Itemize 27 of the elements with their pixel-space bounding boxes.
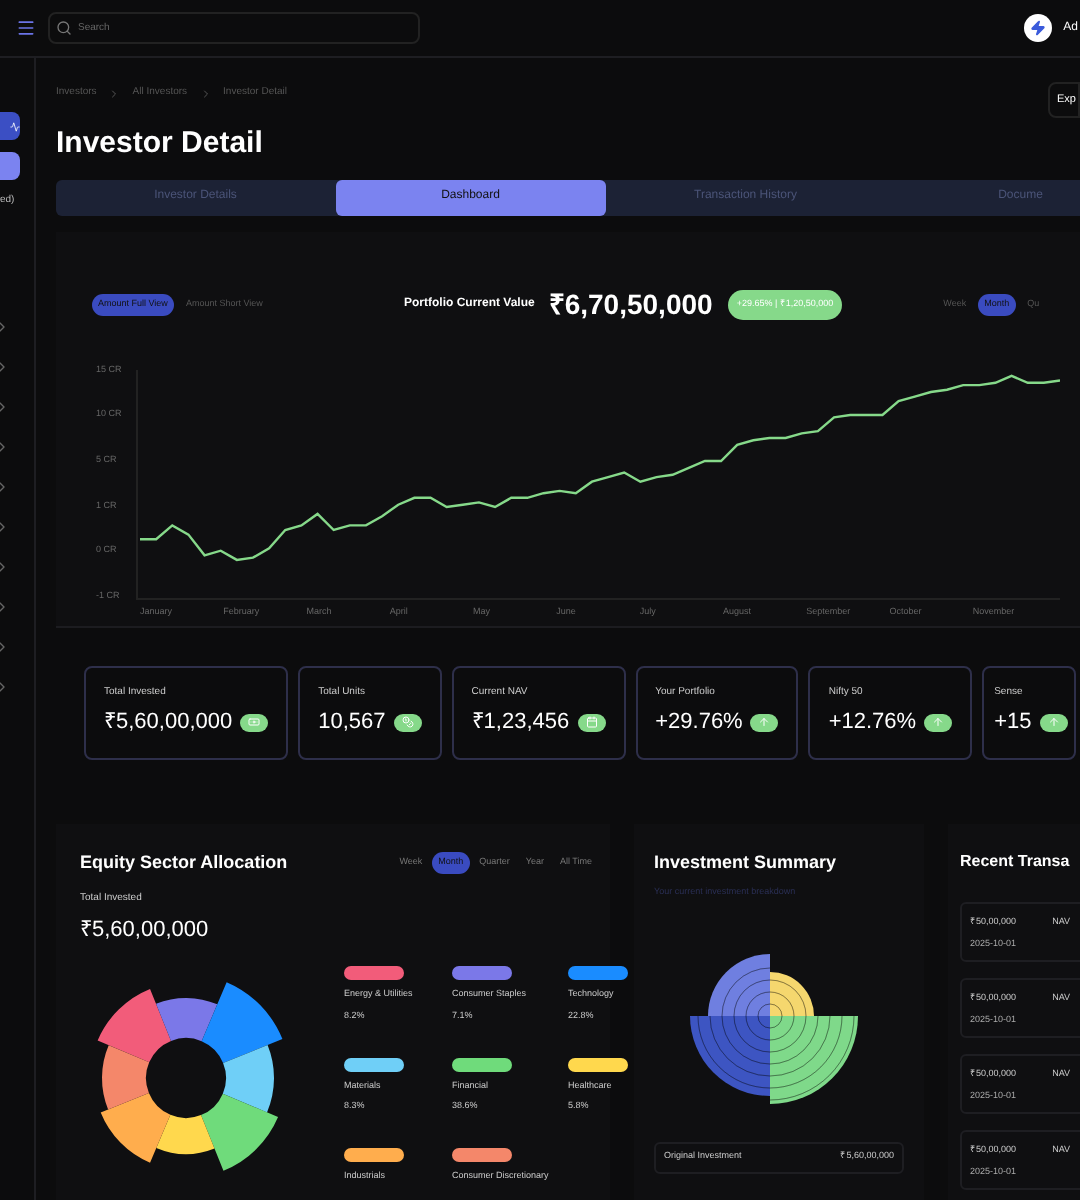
panel-title: Investment Summary [654, 849, 839, 876]
stat-value: 10,567 [318, 708, 386, 738]
chevron-icon [199, 87, 212, 100]
stat-value: +15 [994, 708, 1032, 738]
chevron-icon [108, 87, 121, 100]
portfolio-value: ₹6,70,50,000 [548, 285, 713, 323]
coins-icon [401, 716, 414, 729]
panel-title: Recent Transa [960, 849, 1072, 873]
arrow-up-icon [758, 716, 771, 729]
menu-icon[interactable] [16, 18, 36, 38]
calendar-icon [585, 716, 598, 729]
stat-value: +29.76% [655, 708, 743, 738]
chart-icon [10, 121, 20, 131]
arrow-up-icon [932, 716, 945, 729]
stat-value: ₹1,23,456 [471, 708, 570, 738]
stat-value: +12.76% [828, 708, 917, 738]
sidebar-item[interactable] [0, 112, 20, 140]
total-value: ₹5,60,00,000 [80, 915, 211, 945]
bolt-icon [1029, 20, 1046, 36]
sidebar-item[interactable] [0, 152, 20, 180]
arrow-up-icon [1047, 716, 1060, 729]
search-icon [56, 20, 72, 36]
stat-value: ₹5,60,00,000 [104, 708, 233, 738]
banknote-icon [248, 716, 261, 729]
panel-title: Equity Sector Allocation [80, 849, 288, 876]
avatar[interactable] [1023, 14, 1052, 42]
page-title: Investor Detail [56, 124, 265, 164]
